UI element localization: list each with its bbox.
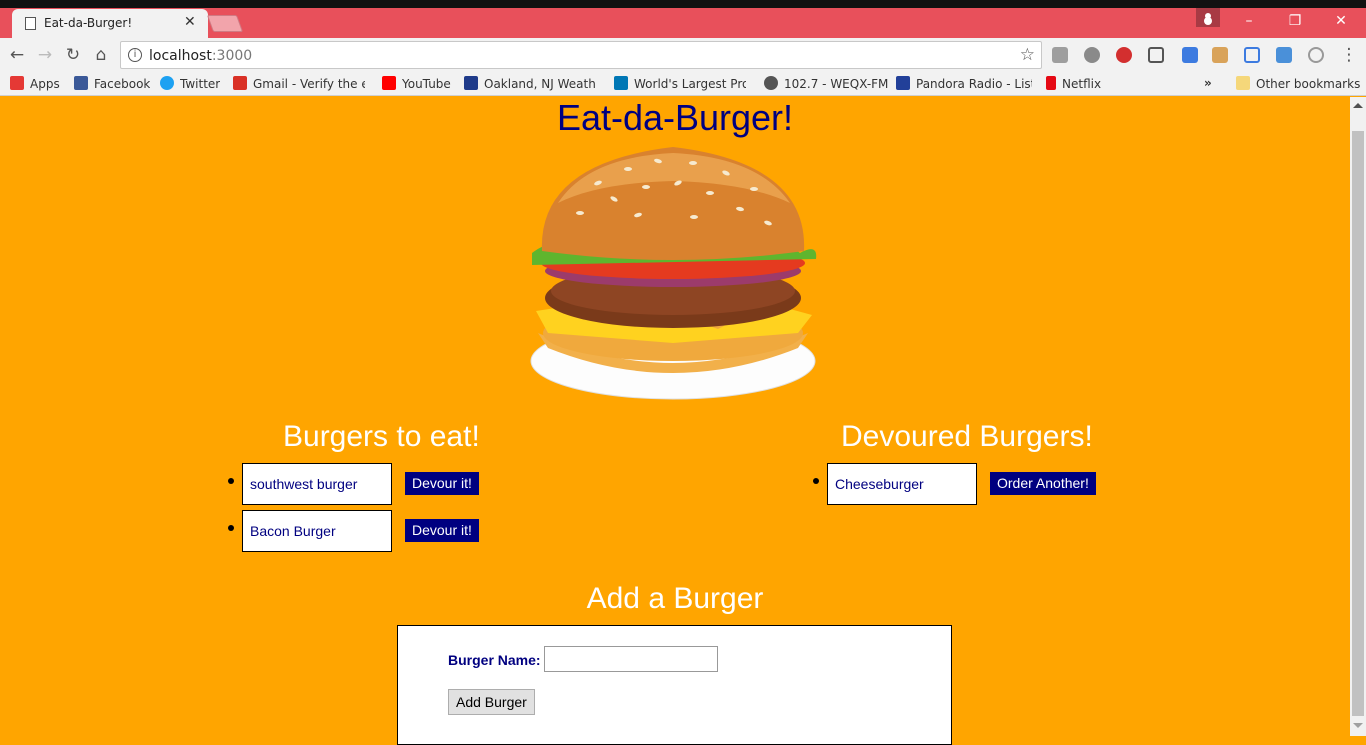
url-text: localhost:3000	[149, 48, 252, 64]
bookmark-label: YouTube	[402, 77, 451, 91]
weather-channel-icon	[464, 76, 478, 90]
home-icon[interactable]: ⌂	[90, 44, 112, 66]
bookmark-radio[interactable]: 102.7 - WEQX-FM	[764, 76, 888, 92]
scrollbar-thumb[interactable]	[1352, 131, 1364, 716]
bullet	[228, 525, 234, 531]
bookmark-label: World's Largest Profe	[634, 77, 746, 91]
add-burger-heading: Add a Burger	[586, 582, 764, 615]
bookmark-star-icon[interactable]: ☆	[1020, 45, 1035, 65]
bookmark-label: Facebook	[94, 77, 151, 91]
extension-icon[interactable]	[1308, 47, 1324, 63]
extension-icon[interactable]	[1052, 47, 1068, 63]
tab-title: Eat-da-Burger!	[44, 16, 133, 30]
devour-button[interactable]: Devour it!	[405, 472, 479, 495]
devour-button[interactable]: Devour it!	[405, 519, 479, 542]
browser-toolbar: ← → ↻ ⌂ i localhost:3000 ☆ ⋮	[0, 38, 1366, 72]
folder-icon	[1236, 76, 1250, 90]
other-bookmarks[interactable]: Other bookmarks	[1236, 76, 1360, 92]
bookmark-weather[interactable]: Oakland, NJ Weather	[464, 76, 596, 92]
restore-button[interactable]: ❐	[1272, 9, 1318, 33]
burger-name: Cheeseburger	[827, 463, 977, 505]
youtube-icon	[382, 76, 396, 90]
extension-icon[interactable]	[1212, 47, 1228, 63]
extension-icon[interactable]	[1244, 47, 1260, 63]
bookmark-label: Netflix	[1062, 77, 1102, 91]
scroll-up-icon[interactable]	[1353, 103, 1363, 108]
radio-icon	[764, 76, 778, 90]
tab-close-icon[interactable]: ✕	[184, 14, 196, 30]
bookmark-pandora[interactable]: Pandora Radio - Liste	[896, 76, 1032, 92]
gmail-icon	[233, 76, 247, 90]
bookmark-label: Twitter	[180, 77, 221, 91]
netflix-icon	[1046, 76, 1056, 90]
bookmark-twitter[interactable]: Twitter	[160, 76, 220, 92]
url-port: :3000	[211, 48, 253, 64]
bookmark-label: Apps	[30, 77, 60, 91]
bookmark-apps[interactable]: Apps	[10, 76, 60, 92]
bookmark-linkedin[interactable]: World's Largest Profe	[614, 76, 746, 92]
burger-name-input[interactable]	[544, 646, 718, 672]
to-eat-heading: Burgers to eat!	[283, 420, 480, 453]
burger-name: southwest burger	[242, 463, 392, 505]
add-burger-button[interactable]: Add Burger	[448, 689, 535, 715]
bookmark-netflix[interactable]: Netflix	[1046, 76, 1101, 92]
order-another-button[interactable]: Order Another!	[990, 472, 1096, 495]
vertical-scrollbar[interactable]	[1350, 97, 1366, 736]
facebook-icon	[74, 76, 88, 90]
bookmark-facebook[interactable]: Facebook	[74, 76, 150, 92]
pandora-icon	[896, 76, 910, 90]
back-icon[interactable]: ←	[6, 44, 28, 66]
bookmark-gmail[interactable]: Gmail - Verify the em	[233, 76, 365, 92]
linkedin-icon	[614, 76, 628, 90]
page-content: Eat-da-Burger! Burgers to eat! Devoured …	[0, 97, 1350, 745]
page-icon	[25, 17, 36, 30]
extension-icon[interactable]	[1084, 47, 1100, 63]
bookmark-label: Pandora Radio - Liste	[916, 77, 1032, 91]
extension-icon[interactable]	[1276, 47, 1292, 63]
browser-titlebar: Eat-da-Burger! ✕ – ❐ ✕	[0, 0, 1366, 39]
burger-image	[530, 147, 817, 400]
page-title: Eat-da-Burger!	[556, 97, 794, 138]
browser-tab[interactable]: Eat-da-Burger! ✕	[12, 9, 208, 39]
extension-icon[interactable]	[1182, 47, 1198, 63]
bookmark-youtube[interactable]: YouTube	[382, 76, 451, 92]
bookmark-label: 102.7 - WEQX-FM	[784, 77, 889, 91]
bookmark-label: Other bookmarks	[1256, 77, 1361, 91]
cast-icon[interactable]	[1148, 47, 1164, 63]
scroll-down-icon[interactable]	[1353, 723, 1363, 728]
apps-grid-icon	[10, 76, 24, 90]
url-host: localhost	[149, 48, 212, 64]
bookmark-label: Oakland, NJ Weather	[484, 77, 596, 91]
devoured-heading: Devoured Burgers!	[841, 420, 1093, 453]
close-window-button[interactable]: ✕	[1318, 9, 1364, 33]
twitter-icon	[160, 76, 174, 90]
bullet	[813, 478, 819, 484]
profile-icon[interactable]	[1196, 8, 1220, 27]
bookmarks-bar: Apps Facebook Twitter Gmail - Verify the…	[0, 72, 1366, 96]
burger-name: Bacon Burger	[242, 510, 392, 552]
bookmarks-overflow-icon[interactable]: »	[1204, 76, 1212, 92]
menu-kebab-icon[interactable]: ⋮	[1338, 44, 1360, 66]
reload-icon[interactable]: ↻	[62, 44, 84, 66]
burger-name-label: Burger Name:	[448, 652, 541, 668]
bullet	[228, 478, 234, 484]
minimize-button[interactable]: –	[1226, 9, 1272, 33]
extension-icon[interactable]	[1116, 47, 1132, 63]
add-burger-form: Burger Name: Add Burger	[397, 625, 952, 745]
new-tab-button[interactable]	[206, 15, 244, 32]
bookmark-label: Gmail - Verify the em	[253, 77, 365, 91]
forward-icon[interactable]: →	[34, 44, 56, 66]
info-icon[interactable]: i	[128, 48, 142, 62]
titlebar-dark-strip	[0, 0, 1366, 8]
address-bar[interactable]: i localhost:3000 ☆	[120, 41, 1042, 69]
